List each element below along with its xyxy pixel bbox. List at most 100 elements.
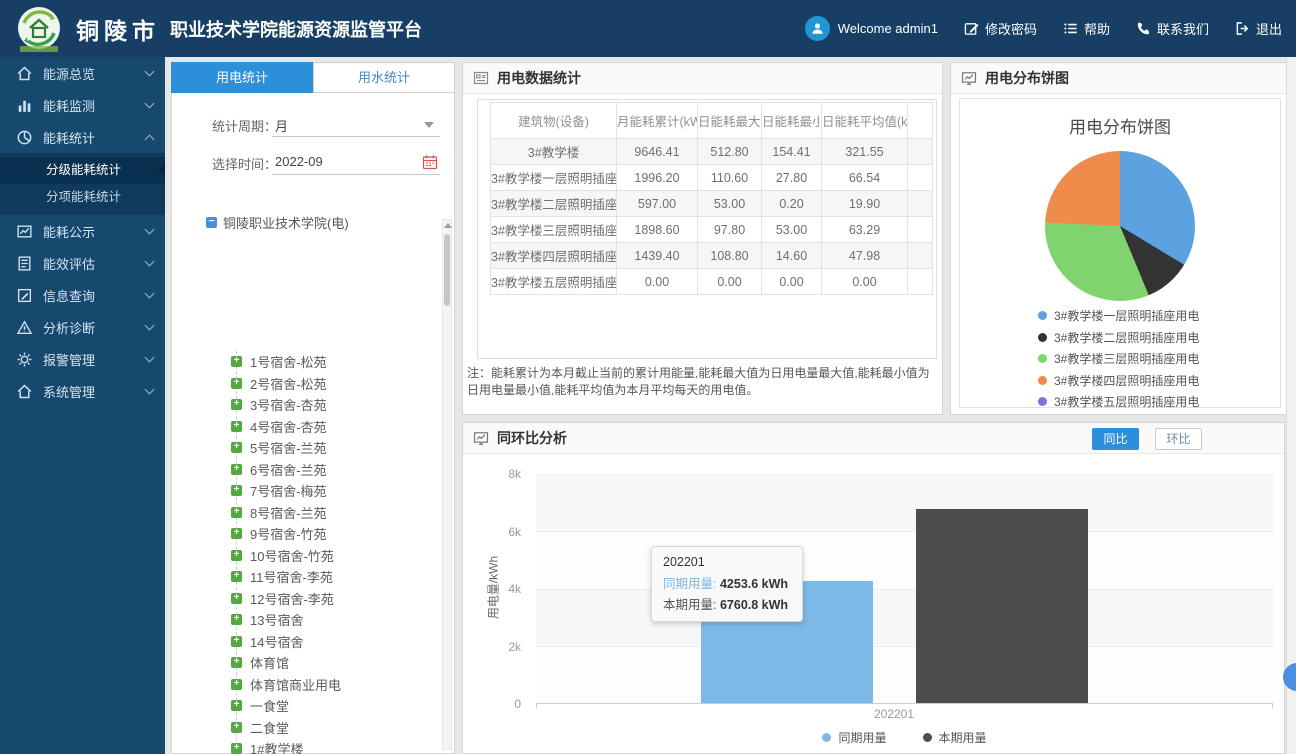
tree-item[interactable]: + 2号宿舍-松苑 bbox=[172, 373, 438, 395]
expand-icon[interactable]: + bbox=[231, 550, 242, 561]
tree-item[interactable]: + 1号宿舍-松苑 bbox=[172, 351, 438, 373]
collapse-icon[interactable]: − bbox=[206, 217, 217, 228]
document-icon bbox=[16, 255, 33, 272]
tree-item[interactable]: + 二食堂 bbox=[172, 717, 438, 739]
gridline bbox=[536, 531, 1273, 532]
tab-label: 用电统计 bbox=[216, 70, 268, 85]
scroll-up-icon[interactable] bbox=[444, 223, 452, 228]
tree-item-label: 体育馆商业用电 bbox=[250, 675, 341, 694]
tree-root-item[interactable]: − 铜陵职业技术学院(电) bbox=[172, 211, 438, 233]
sidebar-item-analysis-diagnosis[interactable]: 分析诊断 bbox=[0, 311, 165, 343]
expand-icon[interactable]: + bbox=[231, 528, 242, 539]
tree-item[interactable]: + 4号宿舍-杏苑 bbox=[172, 416, 438, 438]
expand-icon[interactable]: + bbox=[231, 679, 242, 690]
cell-building: 3#教学楼四层照明插座用电 bbox=[491, 243, 617, 269]
chart-tooltip: 202201 同期用量: 4253.6 kWh 本期用量: 6760.8 kWh bbox=[651, 546, 803, 622]
sidebar-item-energy-stats[interactable]: 能耗统计 bbox=[0, 121, 165, 153]
sidebar-item-hierarchical-stats[interactable]: 分级能耗统计 bbox=[0, 157, 165, 184]
change-password-button[interactable]: 修改密码 bbox=[964, 19, 1037, 38]
pie-chart[interactable] bbox=[1045, 151, 1195, 301]
time-input[interactable]: 2022-09 bbox=[275, 154, 323, 169]
legend-item[interactable]: 3#教学楼五层照明插座用电 bbox=[1038, 393, 1199, 410]
contact-us-button[interactable]: 联系我们 bbox=[1136, 19, 1209, 38]
sidebar-item-energy-publicity[interactable]: 能耗公示 bbox=[0, 215, 165, 247]
tab-electricity-stats[interactable]: 用电统计 bbox=[171, 62, 313, 93]
expand-icon[interactable]: + bbox=[231, 700, 242, 711]
tab-water-stats[interactable]: 用水统计 bbox=[313, 62, 455, 93]
sidebar-item-itemized-stats[interactable]: 分项能耗统计 bbox=[0, 184, 165, 211]
user-avatar[interactable] bbox=[805, 16, 830, 41]
legend-item[interactable]: 3#教学楼二层照明插座用电 bbox=[1038, 329, 1199, 346]
phone-icon bbox=[1136, 21, 1151, 36]
legend-label: 3#教学楼五层照明插座用电 bbox=[1054, 393, 1199, 410]
expand-icon[interactable]: + bbox=[231, 378, 242, 389]
sidebar-item-energy-monitor[interactable]: 能耗监测 bbox=[0, 89, 165, 121]
expand-icon[interactable]: + bbox=[231, 356, 242, 367]
cell-daily-min: 0.00 bbox=[762, 269, 822, 295]
scrollbar-thumb[interactable] bbox=[444, 234, 450, 306]
chevron-down-icon bbox=[145, 321, 155, 331]
legend-item[interactable]: 同期用量 bbox=[822, 729, 886, 746]
mom-button[interactable]: 环比 bbox=[1155, 428, 1202, 450]
expand-icon[interactable]: + bbox=[231, 593, 242, 604]
expand-icon[interactable]: + bbox=[231, 464, 242, 475]
bar-current-period[interactable] bbox=[916, 509, 1088, 703]
tree-item-label: 10号宿舍-竹苑 bbox=[250, 546, 334, 565]
tree-item[interactable]: + 13号宿舍 bbox=[172, 609, 438, 631]
legend-dot bbox=[1038, 376, 1047, 385]
tree-item[interactable]: + 7号宿舍-梅苑 bbox=[172, 480, 438, 502]
tree-item[interactable]: + 5号宿舍-兰苑 bbox=[172, 437, 438, 459]
page-scrollbar[interactable] bbox=[1286, 57, 1296, 754]
tree-item[interactable]: + 1#教学楼 bbox=[172, 738, 438, 754]
expand-icon[interactable]: + bbox=[231, 743, 242, 754]
tree-item[interactable]: + 11号宿舍-李苑 bbox=[172, 566, 438, 588]
legend-item[interactable]: 3#教学楼一层照明插座用电 bbox=[1038, 307, 1199, 324]
expand-icon[interactable]: + bbox=[231, 485, 242, 496]
period-select[interactable]: 月 bbox=[275, 116, 288, 135]
sidebar-item-efficiency-evaluation[interactable]: 能效评估 bbox=[0, 247, 165, 279]
time-underline bbox=[272, 174, 440, 175]
expand-icon[interactable]: + bbox=[231, 571, 242, 582]
table-body: 3#教学楼 9646.41 512.80 154.41 321.55 3#教学楼… bbox=[491, 139, 933, 295]
tree-item[interactable]: + 体育馆商业用电 bbox=[172, 674, 438, 696]
logout-button[interactable]: 退出 bbox=[1235, 19, 1282, 38]
legend-dot bbox=[1038, 311, 1047, 320]
sidebar-item-alarm-management[interactable]: 报警管理 bbox=[0, 343, 165, 375]
sidebar-item-energy-overview[interactable]: 能源总览 bbox=[0, 57, 165, 89]
tree-item[interactable]: + 3号宿舍-杏苑 bbox=[172, 394, 438, 416]
help-button[interactable]: 帮助 bbox=[1063, 19, 1110, 38]
legend-item[interactable]: 3#教学楼四层照明插座用电 bbox=[1038, 372, 1199, 389]
legend-item[interactable]: 本期用量 bbox=[923, 729, 987, 746]
expand-icon[interactable]: + bbox=[231, 442, 242, 453]
tree-item[interactable]: + 6号宿舍-兰苑 bbox=[172, 459, 438, 481]
expand-icon[interactable]: + bbox=[231, 636, 242, 647]
tree-scrollbar[interactable] bbox=[442, 219, 452, 750]
expand-icon[interactable]: + bbox=[231, 507, 242, 518]
tree-item[interactable]: + 10号宿舍-竹苑 bbox=[172, 545, 438, 567]
dropdown-arrow-icon[interactable] bbox=[424, 122, 434, 128]
tree-item[interactable]: + 9号宿舍-竹苑 bbox=[172, 523, 438, 545]
sidebar-item-system-management[interactable]: 系统管理 bbox=[0, 375, 165, 407]
tree-item-label: 5号宿舍-兰苑 bbox=[250, 438, 327, 457]
tree-item[interactable]: + 14号宿舍 bbox=[172, 631, 438, 653]
expand-icon[interactable]: + bbox=[231, 421, 242, 432]
tree-item[interactable]: + 一食堂 bbox=[172, 695, 438, 717]
edit-document-icon bbox=[16, 287, 33, 304]
logo-caption-bar bbox=[20, 46, 58, 52]
table-footnote: 注：能耗累计为本月截止当前的累计用能量,能耗最大值为日用电量最大值,能耗最小值为… bbox=[467, 365, 939, 399]
expand-icon[interactable]: + bbox=[231, 614, 242, 625]
legend-item[interactable]: 3#教学楼三层照明插座用电 bbox=[1038, 350, 1199, 367]
expand-icon[interactable]: + bbox=[231, 657, 242, 668]
tree-item[interactable]: + 12号宿舍-李苑 bbox=[172, 588, 438, 610]
tree-item[interactable]: + 体育馆 bbox=[172, 652, 438, 674]
expand-icon[interactable]: + bbox=[231, 399, 242, 410]
cell-daily-min: 154.41 bbox=[762, 139, 822, 165]
yoy-button[interactable]: 同比 bbox=[1092, 428, 1139, 450]
sidebar-item-info-query[interactable]: 信息查询 bbox=[0, 279, 165, 311]
submenu-label: 分级能耗统计 bbox=[46, 163, 121, 177]
calendar-icon[interactable] bbox=[422, 154, 438, 170]
expand-icon[interactable]: + bbox=[231, 722, 242, 733]
period-label: 统计周期： bbox=[212, 116, 277, 135]
tree-item[interactable]: + 8号宿舍-兰苑 bbox=[172, 502, 438, 524]
welcome-user: Welcome admin1 bbox=[805, 16, 938, 41]
